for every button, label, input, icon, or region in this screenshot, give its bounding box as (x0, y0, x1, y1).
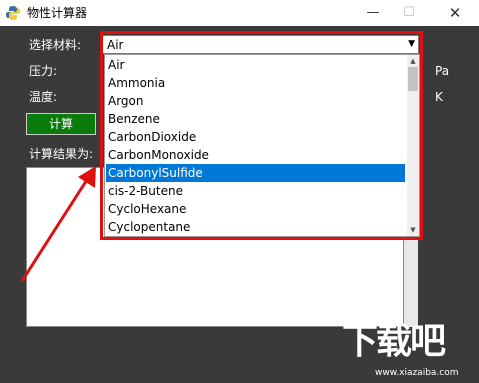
watermark-logo: 下载吧 (342, 321, 446, 362)
watermark-url: www.xiazaiba.com (375, 368, 459, 378)
